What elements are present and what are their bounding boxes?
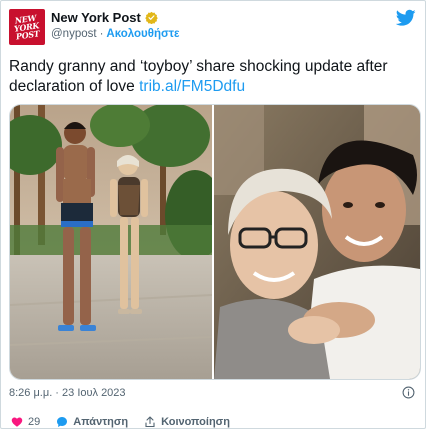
tweet-card: NEW YORK POST New York Post @nypost · Ακολ…	[0, 0, 426, 429]
name-row: New York Post	[51, 10, 158, 25]
share-icon	[145, 416, 155, 428]
info-icon[interactable]	[402, 386, 415, 399]
handle-row: @nypost · Ακολουθήστε	[51, 28, 179, 40]
share-label: Κοινοποίηση	[161, 416, 230, 428]
like-button[interactable]: 29	[11, 416, 40, 428]
handle[interactable]: @nypost	[51, 28, 97, 40]
action-bar: 29 Απάντηση Κοινοποίηση	[1, 414, 425, 428]
reply-label: Απάντηση	[73, 416, 129, 428]
avatar[interactable]: NEW YORK POST	[9, 9, 45, 45]
follow-button[interactable]: Ακολουθήστε	[106, 28, 179, 40]
separator-dot: ·	[99, 28, 104, 40]
verified-badge-icon	[145, 11, 158, 24]
reply-icon	[57, 417, 68, 427]
reply-button[interactable]: Απάντηση	[56, 416, 128, 428]
display-name[interactable]: New York Post	[51, 10, 141, 25]
timestamp[interactable]: 8:26 μ.μ. · 23 Ιουλ 2023	[9, 387, 126, 399]
photo-left[interactable]	[10, 105, 212, 379]
tweet-link[interactable]: trib.al/FM5Ddfu	[139, 78, 245, 95]
photo-grid[interactable]	[9, 104, 421, 380]
like-count: 29	[28, 416, 41, 428]
tweet-text: Randy granny and ‘toyboy’ share shocking…	[9, 57, 417, 97]
photo-right[interactable]	[214, 105, 420, 379]
nypost-logo: NEW YORK POST	[13, 12, 41, 42]
twitter-bird-icon[interactable]	[396, 9, 416, 27]
share-button[interactable]: Κοινοποίηση	[144, 416, 230, 428]
heart-icon	[11, 417, 23, 427]
